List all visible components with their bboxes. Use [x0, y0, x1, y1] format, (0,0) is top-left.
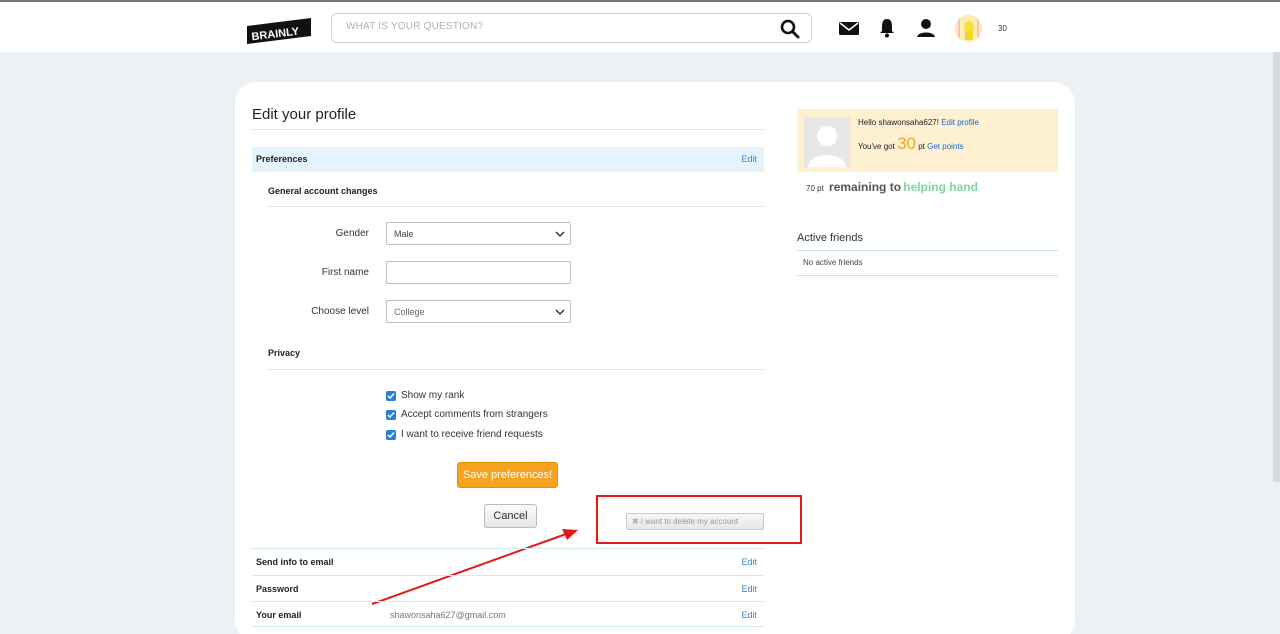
got-text: You've got [858, 142, 895, 151]
level-value: College [394, 307, 425, 317]
profile-picture[interactable] [804, 117, 850, 167]
divider [266, 369, 764, 370]
page-title: Edit your profile [252, 106, 357, 123]
show-rank-label: Show my rank [401, 390, 465, 401]
avatar-image [955, 15, 982, 42]
no-friends-text: No active friends [803, 258, 863, 267]
preferences-label: Preferences [256, 154, 308, 164]
preferences-edit-link[interactable]: Edit [741, 154, 757, 164]
privacy-title: Privacy [268, 348, 301, 358]
helping-hand-text: helping hand [903, 180, 978, 194]
gender-label: Gender [335, 228, 369, 239]
greeting: Hello shawonsaha627! Edit profile [858, 118, 979, 127]
divider [252, 129, 764, 130]
top-bar: BRAINLY 30 [0, 0, 1280, 52]
email-value: shawonsaha627@gmail.com [390, 610, 506, 620]
avatar[interactable] [955, 15, 982, 42]
friend-requests-checkbox[interactable] [386, 430, 396, 440]
points-line: You've got 30 pt Get points [858, 134, 964, 154]
get-points-link[interactable]: Get points [927, 142, 963, 151]
scrollbar[interactable] [1273, 52, 1280, 482]
edit-profile-link[interactable]: Edit profile [941, 118, 979, 127]
send-info-edit-link[interactable]: Edit [741, 557, 757, 567]
check-icon [387, 412, 395, 419]
preferences-bar: Preferences Edit [252, 147, 764, 172]
highlight-box [596, 495, 802, 544]
points-count: 30 [998, 24, 1007, 33]
password-edit-link[interactable]: Edit [741, 584, 757, 594]
password-label: Password [256, 584, 299, 594]
mail-icon[interactable] [838, 17, 860, 39]
remaining-text: remaining to [829, 180, 902, 194]
email-edit-link[interactable]: Edit [741, 610, 757, 620]
search-bar [331, 13, 812, 43]
show-rank-checkbox[interactable] [386, 391, 396, 401]
level-select[interactable]: College [386, 300, 571, 323]
first-name-label: First name [321, 267, 369, 278]
password-row: Password Edit [252, 575, 764, 601]
send-info-label: Send info to email [256, 557, 334, 567]
gender-select[interactable]: Male [386, 222, 571, 245]
remaining-line: 70 pt remaining to helping hand [806, 180, 978, 194]
chevron-down-icon [555, 231, 565, 238]
profile-summary: Hello shawonsaha627! Edit profile You've… [797, 109, 1058, 172]
search-input[interactable] [346, 21, 766, 32]
active-friends-title: Active friends [797, 232, 864, 244]
pt-unit: pt [918, 142, 925, 151]
save-preferences-button[interactable]: Save preferences! [457, 462, 558, 488]
divider [266, 206, 764, 207]
first-name-input[interactable] [386, 261, 571, 284]
remaining-points: 70 pt [806, 184, 824, 193]
chevron-down-icon [555, 309, 565, 316]
bell-icon[interactable] [876, 17, 898, 39]
points-value: 30 [897, 134, 916, 153]
friend-requests-label: I want to receive friend requests [401, 429, 543, 440]
check-icon [387, 432, 395, 439]
send-info-row: Send info to email Edit [252, 548, 764, 574]
general-account-title: General account changes [268, 186, 378, 196]
brainly-logo[interactable]: BRAINLY [245, 16, 313, 44]
divider [797, 275, 1058, 276]
user-silhouette-icon [804, 117, 850, 167]
email-row: Your email shawonsaha627@gmail.com Edit [252, 601, 764, 627]
accept-comments-checkbox[interactable] [386, 410, 396, 420]
check-icon [387, 393, 395, 400]
gender-value: Male [394, 229, 414, 239]
cancel-button[interactable]: Cancel [484, 504, 537, 528]
email-label: Your email [256, 610, 302, 620]
greeting-text: Hello shawonsaha627! [858, 118, 939, 127]
user-icon[interactable] [915, 17, 937, 39]
accept-comments-label: Accept comments from strangers [401, 409, 548, 420]
divider [797, 250, 1058, 251]
level-label: Choose level [311, 306, 369, 317]
search-icon[interactable] [779, 18, 801, 40]
